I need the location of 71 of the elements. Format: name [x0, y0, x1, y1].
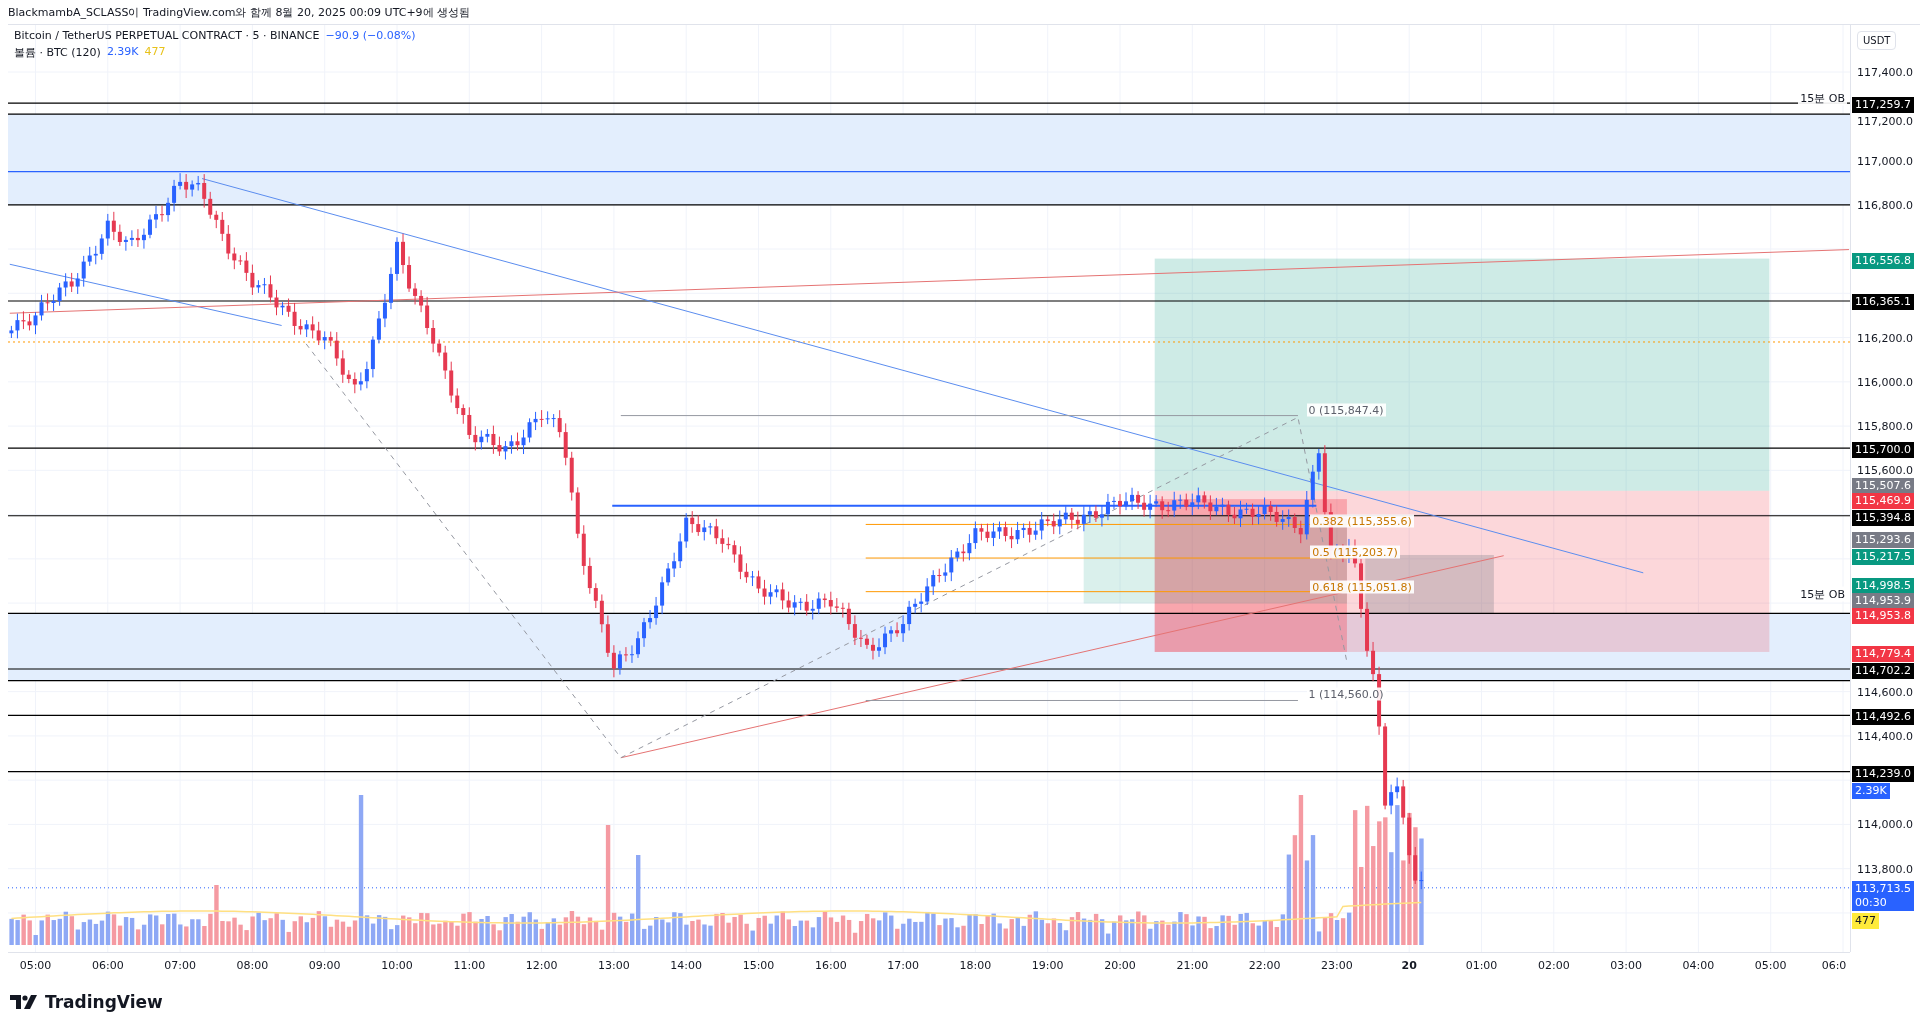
time-tick: 04:00	[1682, 959, 1715, 972]
price-tick: 114,600.0	[1857, 685, 1913, 699]
logo-icon	[10, 994, 40, 1009]
fib-label: 0.382 (115,355.6)	[1310, 514, 1414, 527]
time-tick: 20:00	[1104, 959, 1136, 972]
price-marker: 115,700.0	[1852, 442, 1914, 459]
price-tick: 115,600.0	[1857, 463, 1913, 477]
time-tick: 15:00	[742, 959, 775, 972]
price-marker: 477	[1852, 912, 1879, 929]
time-tick: 09:00	[308, 959, 341, 972]
price-marker: 114,492.6	[1852, 709, 1914, 726]
price-marker: 114,998.5	[1852, 578, 1914, 595]
time-tick: 03:00	[1610, 959, 1642, 972]
brand-name: TradingView	[45, 991, 163, 1012]
time-tick: 13:00	[598, 959, 630, 972]
price-marker: 113,713.5 00:30	[1852, 880, 1914, 911]
price-tick: 113,800.0	[1857, 862, 1913, 876]
price-marker: 115,507.6	[1852, 477, 1914, 494]
price-marker: 115,217.5	[1852, 548, 1914, 565]
time-tick: 23:00	[1321, 959, 1353, 972]
fib-label: 1 (114,560.0)	[1306, 687, 1386, 701]
price-tick: 116,800.0	[1857, 198, 1913, 212]
price-marker: 114,779.4	[1852, 645, 1914, 662]
time-tick: 02:00	[1537, 959, 1570, 972]
time-tick: 20	[1401, 959, 1417, 972]
price-tick: 115,800.0	[1857, 419, 1913, 433]
price-marker: 114,702.2	[1852, 662, 1914, 679]
price-tick: 117,400.0	[1857, 65, 1913, 79]
time-tick: 07:00	[164, 959, 196, 972]
time-tick: 05:00	[19, 959, 52, 972]
price-marker: 117,259.7	[1852, 97, 1914, 114]
fib-label: 0 (115,847.4)	[1306, 403, 1386, 417]
volume-label: 볼륨 · BTC (120)	[14, 45, 101, 60]
time-tick: 11:00	[453, 959, 486, 972]
price-change: −90.9 (−0.08%)	[325, 29, 416, 42]
time-tick: 05:00	[1754, 959, 1787, 972]
time-tick: 16:00	[814, 959, 847, 972]
time-tick: 17:00	[887, 959, 919, 972]
time-tick: 06:00	[91, 959, 124, 972]
volume-value: 477	[144, 45, 166, 60]
time-tick: 14:00	[670, 959, 703, 972]
price-marker: 114,953.9	[1852, 593, 1914, 609]
price-marker: 115,394.8	[1852, 509, 1914, 526]
symbol-title: Bitcoin / TetherUS PERPETUAL CONTRACT · 5 · BINANCE	[14, 29, 320, 42]
price-tick: 116,000.0	[1857, 375, 1913, 389]
price-tick: 117,200.0	[1857, 114, 1913, 128]
time-tick: 21:00	[1176, 959, 1209, 972]
time-tick: 12:00	[525, 959, 558, 972]
time-tick: 06:0	[1821, 959, 1847, 972]
fib-label: 0.618 (115,051.8)	[1310, 580, 1414, 594]
price-tick: 114,400.0	[1857, 729, 1913, 743]
time-tick: 10:00	[381, 959, 413, 972]
price-marker: 115,293.6	[1852, 531, 1914, 548]
fib-label: 0.5 (115,203.7)	[1310, 545, 1400, 559]
time-tick: 08:00	[236, 959, 269, 972]
zone-label: 15분 OB	[1798, 586, 1847, 602]
price-tick: 117,000.0	[1857, 154, 1913, 167]
zone-label: 15분 OB	[1798, 90, 1847, 106]
volume-value: 2.39K	[106, 45, 139, 60]
currency-label[interactable]: USDT	[1857, 31, 1897, 50]
time-tick: 19:00	[1031, 959, 1064, 972]
attribution-text: BlackmambA_SCLASS이 TradingView.com와 함께 8월 20, 2025 00:09 UTC+9에 생성됨	[8, 4, 471, 20]
time-tick: 22:00	[1248, 959, 1281, 972]
price-marker: 116,365.1	[1852, 294, 1914, 311]
price-marker: 116,556.8	[1852, 252, 1914, 269]
price-marker: 114,239.0	[1852, 765, 1914, 782]
time-tick: 01:00	[1465, 959, 1498, 972]
price-tick: 116,200.0	[1857, 331, 1913, 345]
price-tick: 114,000.0	[1857, 817, 1913, 831]
time-tick: 18:00	[959, 959, 992, 972]
price-marker: 2.39K	[1852, 782, 1890, 799]
